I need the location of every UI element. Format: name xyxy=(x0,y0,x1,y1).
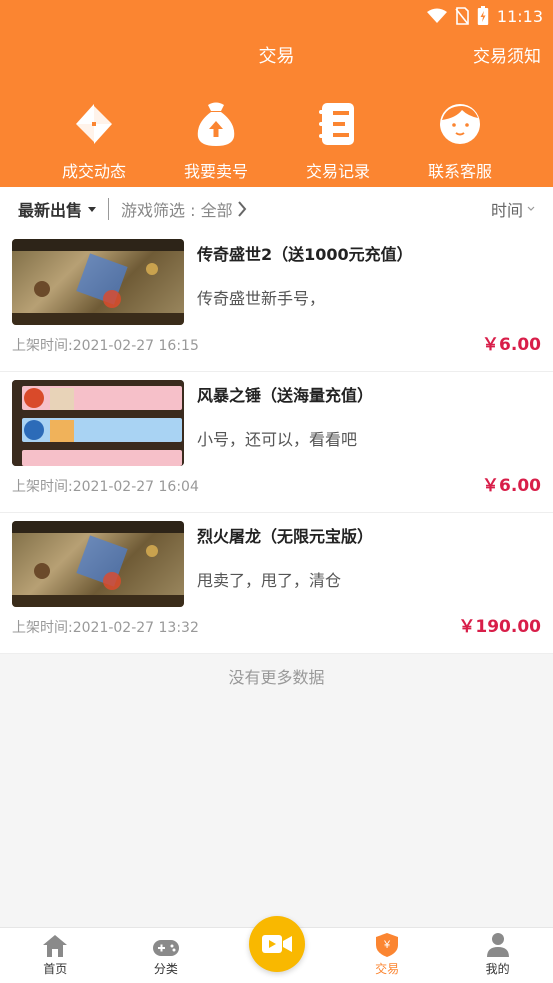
listing-time: 上架时间:2021-02-27 13:32 xyxy=(12,620,199,636)
quick-service[interactable]: 联系客服 xyxy=(399,100,521,182)
status-time: 11:13 xyxy=(496,6,543,26)
latest-sale-dropdown[interactable]: 最新出售 xyxy=(18,197,97,221)
page-title: 交易 xyxy=(258,46,295,67)
listing-item[interactable]: 烈火屠龙（无限元宝版） 甩卖了，甩了，清仓 上架时间:2021-02-27 13… xyxy=(0,513,553,654)
listing-thumbnail xyxy=(12,521,184,607)
chevron-right-icon xyxy=(237,201,246,217)
game-filter[interactable]: 游戏筛选 : 全部 xyxy=(121,197,247,221)
home-icon xyxy=(43,935,68,957)
customer-service-icon xyxy=(440,104,480,144)
listing-time: 上架时间:2021-02-27 16:15 xyxy=(12,338,199,354)
listing-item[interactable]: 传奇盛世2（送1000元充值） 传奇盛世新手号， 上架时间:2021-02-27… xyxy=(0,231,553,372)
listing-price: ￥6.00 xyxy=(482,335,541,355)
listing-title: 烈火屠龙（无限元宝版） xyxy=(197,527,374,546)
listing-price: ￥6.00 xyxy=(482,476,541,496)
tab-category[interactable]: 分类 xyxy=(111,928,222,983)
listing-thumbnail xyxy=(12,380,184,466)
trade-notice-link[interactable]: 交易须知 xyxy=(473,42,541,67)
quick-actions: 成交动态 我要卖号 交易记录 联系客服 xyxy=(0,100,553,182)
quick-label: 交易记录 xyxy=(305,162,370,181)
trade-shield-icon: ¥ xyxy=(376,933,399,957)
listing-thumbnail xyxy=(12,239,184,325)
listing-title: 风暴之锤（送海量充值） xyxy=(197,386,374,405)
quick-label: 我要卖号 xyxy=(183,162,248,181)
video-center-button[interactable] xyxy=(249,916,305,972)
time-sort-label: 时间 xyxy=(490,201,523,220)
tab-label: 分类 xyxy=(153,962,178,976)
quick-label: 联系客服 xyxy=(427,162,492,181)
money-bag-icon xyxy=(197,102,235,146)
quick-label: 成交动态 xyxy=(61,162,126,181)
filter-bar: 最新出售 游戏筛选 : 全部 时间 xyxy=(0,187,553,231)
quick-deals[interactable]: 成交动态 xyxy=(33,100,155,182)
time-sort[interactable]: 时间 xyxy=(491,197,535,221)
tab-label: 首页 xyxy=(43,962,68,976)
no-sim-icon xyxy=(455,7,469,25)
no-more-data: 没有更多数据 xyxy=(228,668,325,687)
status-bar: 11:13 xyxy=(426,6,543,26)
listing-time: 上架时间:2021-02-27 16:04 xyxy=(12,479,199,495)
battery-icon xyxy=(477,6,489,25)
listing-desc: 小号，还可以，看看吧 xyxy=(197,430,358,449)
latest-sale-label: 最新出售 xyxy=(18,201,83,220)
tab-trade[interactable]: ¥ 交易 xyxy=(332,928,443,983)
record-list-icon xyxy=(319,103,354,145)
svg-text:¥: ¥ xyxy=(383,939,391,951)
pinwheel-icon xyxy=(76,104,112,144)
quick-sell[interactable]: 我要卖号 xyxy=(155,100,277,182)
tab-label: 交易 xyxy=(375,962,400,976)
tab-mine[interactable]: 我的 xyxy=(442,928,553,983)
listing-item[interactable]: 风暴之锤（送海量充值） 小号，还可以，看看吧 上架时间:2021-02-27 1… xyxy=(0,372,553,513)
tab-label: 我的 xyxy=(485,962,510,976)
divider xyxy=(108,198,110,220)
person-icon xyxy=(486,933,509,957)
listing-desc: 传奇盛世新手号， xyxy=(197,289,326,308)
listing-title: 传奇盛世2（送1000元充值） xyxy=(197,245,413,264)
listing-price: ￥190.00 xyxy=(458,617,541,637)
wifi-icon xyxy=(426,8,447,23)
game-filter-label: 游戏筛选 : 全部 xyxy=(121,201,233,220)
listing-desc: 甩卖了，甩了，清仓 xyxy=(197,571,342,590)
gamepad-icon xyxy=(152,940,179,956)
quick-records[interactable]: 交易记录 xyxy=(277,100,399,182)
listing-list: 传奇盛世2（送1000元充值） 传奇盛世新手号， 上架时间:2021-02-27… xyxy=(0,231,553,654)
header: 11:13 交易 交易须知 成交动态 我要卖号 交易记录 联系客服 xyxy=(0,0,553,187)
chevron-down-icon xyxy=(527,206,535,211)
tab-home[interactable]: 首页 xyxy=(0,928,111,983)
video-camera-icon xyxy=(262,935,292,953)
caret-down-icon xyxy=(88,206,97,212)
